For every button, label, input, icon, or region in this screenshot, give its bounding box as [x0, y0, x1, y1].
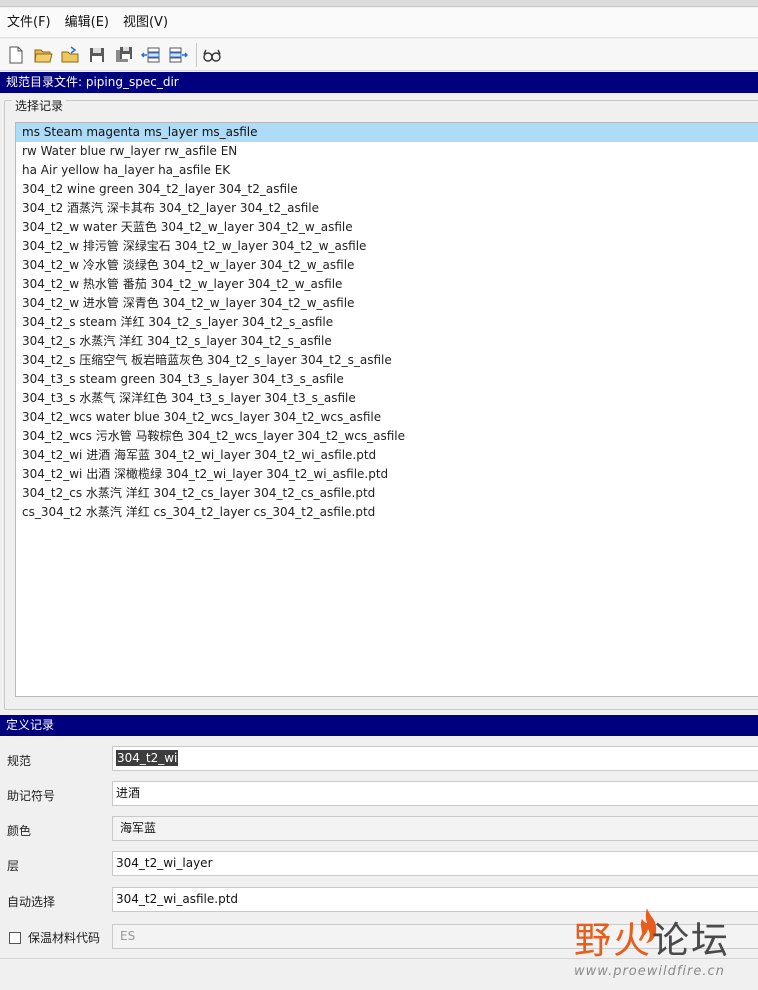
save-as-icon[interactable]: [112, 43, 136, 67]
glasses-icon[interactable]: [200, 43, 224, 67]
record-list-item[interactable]: 304_t2_s 压缩空气 板岩暗蓝灰色 304_t2_s_layer 304_…: [16, 351, 758, 370]
select-record-legend: 选择记录: [12, 99, 67, 113]
color-select[interactable]: 海军蓝: [112, 816, 758, 841]
open-recent-icon[interactable]: [58, 43, 82, 67]
layer-label: 层: [7, 859, 20, 873]
move-row-right-icon[interactable]: [166, 43, 190, 67]
menu-file[interactable]: 文件(F): [0, 8, 58, 38]
layer-input[interactable]: 304_t2_wi_layer: [112, 851, 758, 876]
mnemonic-input[interactable]: 进酒: [112, 781, 758, 806]
save-icon[interactable]: [85, 43, 109, 67]
record-list-item[interactable]: 304_t2_wi 进酒 海军蓝 304_t2_wi_layer 304_t2_…: [16, 446, 758, 465]
record-list-item[interactable]: 304_t2_wi 出酒 深橄榄绿 304_t2_wi_layer 304_t2…: [16, 465, 758, 484]
record-list-item[interactable]: cs_304_t2 水蒸汽 洋红 cs_304_t2_layer cs_304_…: [16, 503, 758, 522]
record-list-item[interactable]: 304_t2_w water 天蓝色 304_t2_w_layer 304_t2…: [16, 218, 758, 237]
record-list-item[interactable]: 304_t2_cs 水蒸汽 洋红 304_t2_cs_layer 304_t2_…: [16, 484, 758, 503]
auto-select-label: 自动选择: [7, 895, 56, 909]
window-top-strip: [0, 0, 758, 7]
insulation-checkbox-row[interactable]: 保温材料代码: [9, 929, 100, 946]
record-list-item[interactable]: ms Steam magenta ms_layer ms_asfile: [16, 123, 758, 142]
mnemonic-label: 助记符号: [7, 789, 56, 803]
color-label: 颜色: [7, 824, 32, 838]
record-list-item[interactable]: ha Air yellow ha_layer ha_asfile EK: [16, 161, 758, 180]
record-list-item[interactable]: 304_t3_s 水蒸气 深洋红色 304_t3_s_layer 304_t3_…: [16, 389, 758, 408]
menu-edit[interactable]: 编辑(E): [58, 8, 116, 38]
record-list-item[interactable]: 304_t2 酒蒸汽 深卡其布 304_t2_layer 304_t2_asfi…: [16, 199, 758, 218]
spec-dir-title-bar: 规范目录文件: piping_spec_dir: [0, 72, 758, 93]
menu-bar: 文件(F) 编辑(E) 视图(V): [0, 8, 758, 38]
define-record-title-bar: 定义记录: [0, 715, 758, 736]
insulation-label: 保温材料代码: [28, 931, 101, 945]
toolbar: [0, 39, 758, 71]
record-list-item[interactable]: 304_t2_s steam 洋红 304_t2_s_layer 304_t2_…: [16, 313, 758, 332]
open-folder-icon[interactable]: [31, 43, 55, 67]
record-listbox[interactable]: ms Steam magenta ms_layer ms_asfile rw Wa…: [15, 122, 758, 697]
record-list-item[interactable]: 304_t2_wcs 污水管 马鞍棕色 304_t2_wcs_layer 304…: [16, 427, 758, 446]
new-file-icon[interactable]: [4, 43, 28, 67]
watermark-text: 野火论坛: [574, 919, 730, 962]
record-list-item[interactable]: 304_t2_s 水蒸汽 洋红 304_t2_s_layer 304_t2_s_…: [16, 332, 758, 351]
record-list-item[interactable]: 304_t3_s steam green 304_t3_s_layer 304_…: [16, 370, 758, 389]
record-list-item[interactable]: rw Water blue rw_layer rw_asfile EN: [16, 142, 758, 161]
spec-input-value: 304_t2_wi: [116, 750, 179, 766]
record-list-item[interactable]: 304_t2_w 冷水管 淡绿色 304_t2_w_layer 304_t2_w…: [16, 256, 758, 275]
watermark-url: www.proewildfire.cn: [574, 964, 725, 979]
record-list-item[interactable]: 304_t2_wcs water blue 304_t2_wcs_layer 3…: [16, 408, 758, 427]
spec-input[interactable]: 304_t2_wi: [112, 746, 758, 771]
record-list-item[interactable]: 304_t2_w 排污管 深绿宝石 304_t2_w_layer 304_t2_…: [16, 237, 758, 256]
insulation-checkbox[interactable]: [9, 931, 21, 944]
record-list-item[interactable]: 304_t2 wine green 304_t2_layer 304_t2_as…: [16, 180, 758, 199]
toolbar-separator: [196, 42, 197, 67]
spec-label: 规范: [7, 754, 32, 768]
move-row-left-icon[interactable]: [139, 43, 163, 67]
watermark-logo: 野火论坛 www.proewildfire.cn: [574, 906, 754, 986]
menu-view[interactable]: 视图(V): [116, 8, 175, 38]
record-list-item[interactable]: 304_t2_w 热水管 番茄 304_t2_w_layer 304_t2_w_…: [16, 275, 758, 294]
record-list-item[interactable]: 304_t2_w 进水管 深青色 304_t2_w_layer 304_t2_w…: [16, 294, 758, 313]
